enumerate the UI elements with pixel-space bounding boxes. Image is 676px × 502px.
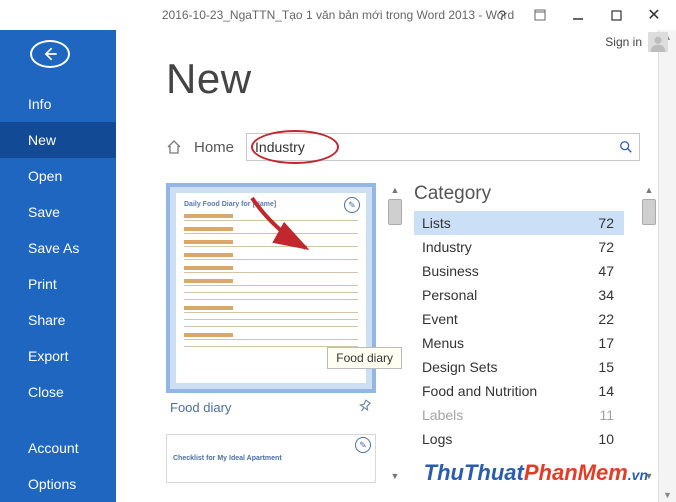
search-box (246, 133, 640, 161)
title-controls: ? ✕ (488, 4, 676, 26)
window-title: 2016-10-23_NgaTTN_Tạo 1 văn bản mới tron… (162, 8, 514, 22)
titlebar: 2016-10-23_NgaTTN_Tạo 1 văn bản mới tron… (0, 0, 676, 30)
template-card-checklist[interactable]: ✎ Checklist for My Ideal Apartment (166, 434, 376, 483)
sidebar-item-saveas[interactable]: Save As (0, 230, 116, 266)
backstage-sidebar: Info New Open Save Save As Print Share E… (0, 30, 116, 502)
scroll-down-icon[interactable]: ▼ (391, 469, 400, 483)
category-item-lists[interactable]: Lists72 (414, 211, 624, 235)
category-panel: Category Lists72 Industry72 Business47 P… (414, 183, 624, 483)
category-item-event[interactable]: Event22 (414, 307, 624, 331)
scroll-up-icon[interactable]: ▲ (391, 183, 400, 197)
category-item-business[interactable]: Business47 (414, 259, 624, 283)
scroll-thumb[interactable] (388, 199, 402, 225)
help-button[interactable]: ? (488, 4, 516, 26)
template-column: ✎ Daily Food Diary for [Name] (166, 183, 376, 483)
category-heading: Category (414, 183, 624, 205)
sidebar-item-export[interactable]: Export (0, 338, 116, 374)
scroll-down-icon[interactable]: ▼ (645, 469, 654, 483)
category-item-food-nutrition[interactable]: Food and Nutrition14 (414, 379, 624, 403)
sidebar-item-info[interactable]: Info (0, 86, 116, 122)
sidebar-item-save[interactable]: Save (0, 194, 116, 230)
close-button[interactable]: ✕ (640, 4, 668, 26)
main-scrollbar[interactable]: ▲ ▼ (658, 30, 676, 502)
search-button[interactable] (613, 134, 639, 160)
template-preview-corner-icon: ✎ (355, 437, 371, 453)
maximize-button[interactable] (602, 4, 630, 26)
page-title: New (166, 55, 658, 103)
template-preview-title: Checklist for My Ideal Apartment (173, 455, 369, 462)
template-preview-title: Daily Food Diary for [Name] (184, 201, 358, 208)
home-icon[interactable] (166, 139, 182, 155)
sidebar-item-print[interactable]: Print (0, 266, 116, 302)
scroll-up-icon[interactable]: ▲ (645, 183, 654, 197)
search-input[interactable] (247, 139, 613, 155)
breadcrumb: Home (166, 133, 658, 161)
minimize-button[interactable] (564, 4, 592, 26)
category-item-labels[interactable]: Labels11 (414, 403, 624, 427)
template-preview-corner-icon: ✎ (344, 197, 360, 213)
category-scrollbar[interactable]: ▲ ▼ (640, 183, 658, 483)
sidebar-item-close[interactable]: Close (0, 374, 116, 410)
breadcrumb-home[interactable]: Home (194, 139, 234, 156)
signin-row: Sign in (605, 32, 668, 52)
category-list: Lists72 Industry72 Business47 Personal34… (414, 211, 624, 451)
avatar-placeholder[interactable] (648, 32, 668, 52)
template-caption: Food diary (170, 400, 231, 415)
signin-link[interactable]: Sign in (605, 35, 642, 49)
template-tooltip: Food diary (327, 347, 402, 369)
sidebar-item-share[interactable]: Share (0, 302, 116, 338)
category-item-industry[interactable]: Industry72 (414, 235, 624, 259)
sidebar-item-new[interactable]: New (0, 122, 116, 158)
scroll-down-icon[interactable]: ▼ (663, 488, 672, 502)
sidebar-item-options[interactable]: Options (0, 466, 116, 502)
category-item-menus[interactable]: Menus17 (414, 331, 624, 355)
content-row: ✎ Daily Food Diary for [Name] (166, 183, 658, 483)
scroll-thumb[interactable] (642, 199, 656, 225)
sidebar-item-open[interactable]: Open (0, 158, 116, 194)
template-card-food-diary[interactable]: ✎ Daily Food Diary for [Name] (166, 183, 376, 393)
sidebar-item-account[interactable]: Account (0, 430, 116, 466)
back-button[interactable] (30, 40, 70, 68)
category-item-logs[interactable]: Logs10 (414, 427, 624, 451)
main-panel: New Home ✎ Daily (116, 30, 658, 502)
category-item-personal[interactable]: Personal34 (414, 283, 624, 307)
ribbon-display-button[interactable] (526, 4, 554, 26)
category-item-design-sets[interactable]: Design Sets15 (414, 355, 624, 379)
pin-icon[interactable] (358, 399, 372, 416)
template-scrollbar[interactable]: ▲ ▼ (386, 183, 404, 483)
